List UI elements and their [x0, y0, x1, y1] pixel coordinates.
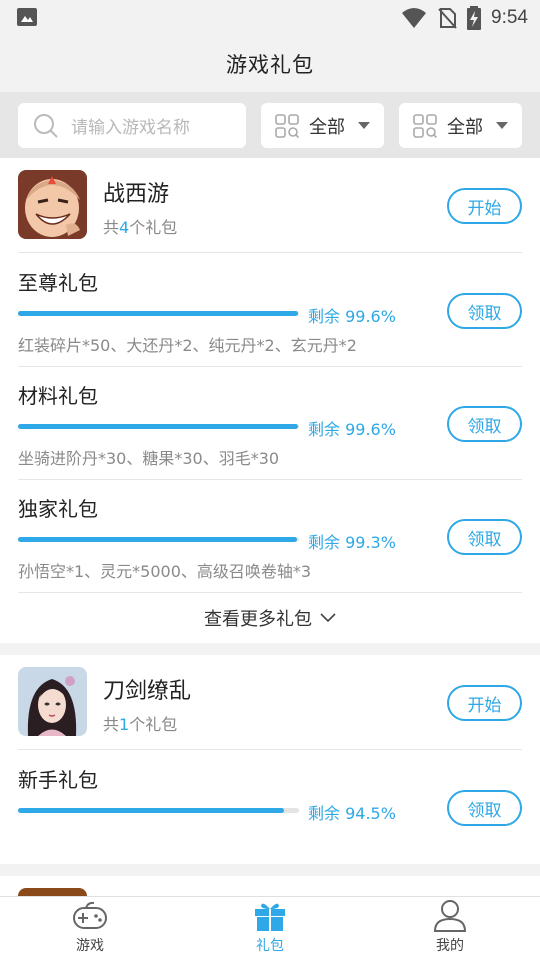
start-game-button[interactable]: 开始: [447, 685, 522, 721]
pack-contents: 坐骑进阶丹*30、糖果*30、羽毛*30: [18, 449, 280, 468]
tab-gifts[interactable]: 礼包: [180, 897, 360, 960]
game-name: 战西游: [103, 182, 170, 207]
pack-name: 独家礼包: [18, 497, 98, 521]
claim-button[interactable]: 领取: [447, 790, 522, 826]
pack-name: 至尊礼包: [18, 271, 98, 295]
gift-pack-item: 独家礼包 剩余 99.3% 孙悟空*1、灵元*5000、高级召唤卷轴*3 领取: [0, 479, 540, 592]
gift-pack-item: 材料礼包 剩余 99.6% 坐骑进阶丹*30、糖果*30、羽毛*30 领取: [0, 366, 540, 479]
game-header: 刀剑缭乱 共1个礼包 开始: [0, 655, 540, 749]
tab-label: 游戏: [76, 938, 104, 954]
remaining-progress-bar: [18, 311, 299, 316]
remaining-text: 剩余 94.5%: [308, 804, 396, 823]
category-filter-dropdown[interactable]: 全部: [261, 103, 384, 148]
gift-icon: [255, 903, 285, 931]
view-more-label: 查看更多礼包: [204, 609, 312, 630]
view-more-packs-button[interactable]: 查看更多礼包: [0, 593, 540, 643]
filter-bar: 请输入游戏名称 全部 全部: [0, 92, 540, 158]
gift-pack-item: 至尊礼包 剩余 99.6% 红装碎片*50、大还丹*2、纯元丹*2、玄元丹*2 …: [0, 253, 540, 366]
status-time: 9:54: [491, 7, 528, 28]
battery-charging-icon: [467, 6, 482, 30]
game-card: 刀剑缭乱 共1个礼包 开始 新手礼包 剩余 94.5% 领取: [0, 655, 540, 864]
game-header: 战西游 共4个礼包 开始: [0, 158, 540, 252]
filter2-label: 全部: [447, 116, 483, 138]
status-bar: 9:54: [0, 0, 540, 36]
search-icon: [34, 113, 58, 138]
pack-contents: 孙悟空*1、灵元*5000、高级召唤卷轴*3: [18, 562, 312, 581]
game-card: 战西游 共4个礼包 开始 至尊礼包 剩余 99.6% 红装碎片*50、大还丹*2…: [0, 158, 540, 643]
remaining-text: 剩余 99.6%: [308, 420, 396, 439]
tab-label: 礼包: [256, 938, 284, 954]
game-icon-image[interactable]: [18, 888, 87, 896]
progress-fill: [18, 424, 298, 429]
progress-fill: [18, 808, 284, 813]
progress-fill: [18, 537, 298, 542]
remaining-progress-bar: [18, 537, 299, 542]
grid-icon: [275, 113, 299, 138]
tab-profile[interactable]: 我的: [360, 897, 540, 960]
pack-count-number: 1: [119, 715, 130, 734]
page-title: 游戏礼包: [226, 53, 314, 77]
claim-button[interactable]: 领取: [447, 519, 522, 555]
remaining-progress-bar: [18, 424, 299, 429]
search-placeholder: 请输入游戏名称: [71, 118, 190, 138]
image-notification-icon: [17, 8, 37, 26]
remaining-text: 剩余 99.6%: [308, 307, 396, 326]
wifi-icon: [402, 8, 427, 28]
game-card-partial: [0, 876, 540, 896]
pack-count: 共1个礼包: [103, 711, 177, 735]
remaining-progress-bar: [18, 808, 299, 813]
pack-count-prefix: 共: [103, 218, 120, 237]
chevron-down-icon: [320, 613, 336, 623]
gamepad-icon: [73, 901, 107, 929]
search-input[interactable]: 请输入游戏名称: [18, 103, 246, 148]
claim-button[interactable]: 领取: [447, 406, 522, 442]
remaining-text: 剩余 99.3%: [308, 533, 396, 552]
pack-contents: 红装碎片*50、大还丹*2、纯元丹*2、玄元丹*2: [18, 336, 357, 355]
pack-name: 新手礼包: [18, 768, 98, 792]
pack-count-suffix: 个礼包: [129, 218, 178, 237]
no-sim-icon: [438, 8, 457, 29]
start-game-button[interactable]: 开始: [447, 188, 522, 224]
tab-label: 我的: [436, 938, 464, 954]
pack-count: 共4个礼包: [103, 214, 177, 238]
game-icon-image[interactable]: [18, 667, 87, 736]
claim-button[interactable]: 领取: [447, 293, 522, 329]
title-bar: 游戏礼包: [0, 36, 540, 92]
game-icon-image[interactable]: [18, 170, 87, 239]
pack-count-suffix: 个礼包: [129, 715, 178, 734]
game-name: 刀剑缭乱: [103, 679, 192, 704]
gift-pack-item: 新手礼包 剩余 94.5% 领取: [0, 750, 540, 863]
pack-name: 材料礼包: [18, 384, 98, 408]
chevron-down-icon: [358, 122, 370, 129]
grid-icon: [413, 113, 437, 138]
filter1-label: 全部: [309, 116, 345, 138]
pack-count-number: 4: [119, 218, 130, 237]
bottom-tab-bar: 游戏 礼包 我的: [0, 896, 540, 960]
tab-games[interactable]: 游戏: [0, 897, 180, 960]
chevron-down-icon: [496, 122, 508, 129]
person-icon: [433, 900, 467, 932]
type-filter-dropdown[interactable]: 全部: [399, 103, 522, 148]
progress-fill: [18, 311, 298, 316]
pack-count-prefix: 共: [103, 715, 120, 734]
